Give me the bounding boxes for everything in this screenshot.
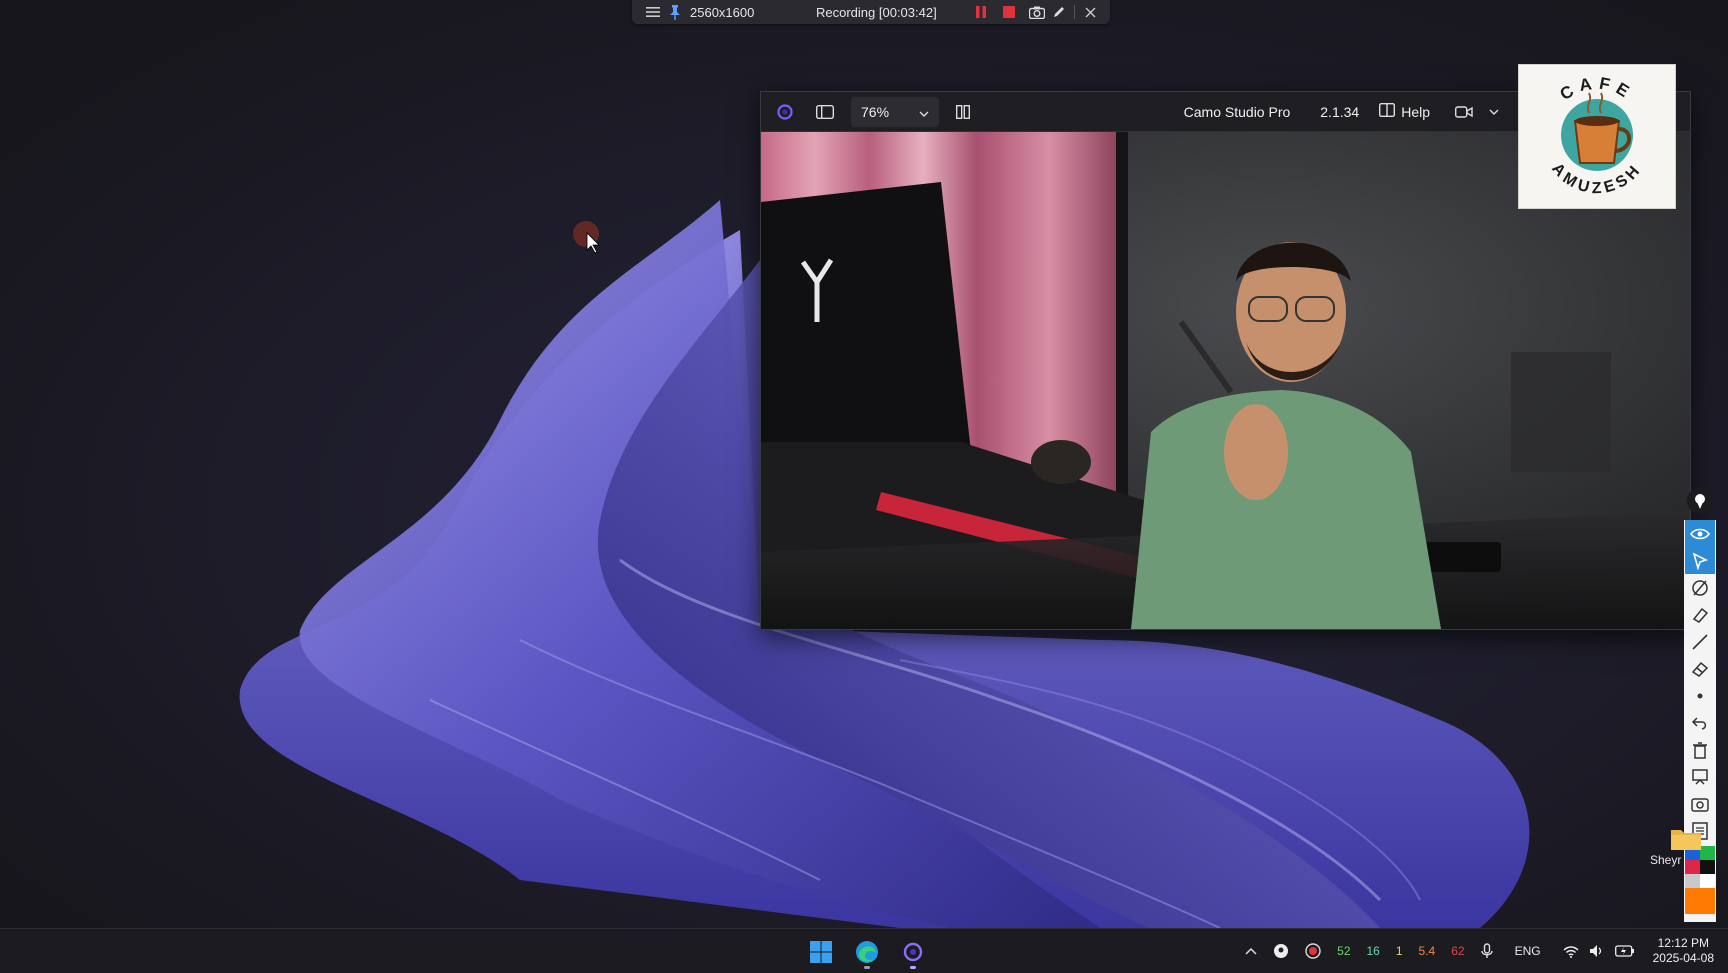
recording-resolution: 2560x1600	[690, 4, 755, 20]
highlighter-icon[interactable]	[1685, 601, 1715, 628]
camera-icon[interactable]	[1026, 1, 1048, 23]
annotation-pin-icon[interactable]	[1687, 488, 1713, 514]
sidebar-toggle-icon[interactable]	[809, 96, 841, 128]
volume-icon[interactable]	[1589, 944, 1605, 958]
screen-recorder-bar: 2560x1600 Recording [00:03:42]	[632, 0, 1110, 24]
edge-browser-icon[interactable]	[850, 935, 884, 969]
book-icon	[1379, 102, 1396, 120]
tray-stat-5: 62	[1451, 944, 1465, 958]
camo-app-icon[interactable]	[896, 935, 930, 969]
undo-icon[interactable]	[1685, 709, 1715, 736]
eraser-icon[interactable]	[1685, 655, 1715, 682]
pointer-icon[interactable]	[1685, 547, 1715, 574]
app-title: Camo Studio Pro	[1183, 103, 1291, 120]
battery-icon[interactable]	[1614, 945, 1635, 957]
color-swatch-orange[interactable]	[1685, 888, 1715, 914]
clock-date: 2025-04-08	[1652, 951, 1714, 965]
record-icon[interactable]	[1305, 943, 1321, 959]
windows-start-icon[interactable]	[804, 935, 838, 969]
camo-logo-icon[interactable]	[769, 96, 801, 128]
pause-icon[interactable]	[970, 1, 992, 23]
trash-icon[interactable]	[1685, 736, 1715, 763]
zoom-value: 76%	[861, 103, 890, 120]
screenshot-icon[interactable]	[1685, 790, 1715, 817]
video-camera-icon[interactable]	[1448, 96, 1480, 128]
tray-stat-1: 52	[1337, 944, 1351, 958]
desktop-folder[interactable]: Sheyr	[1650, 826, 1710, 886]
chevron-up-icon[interactable]	[1245, 947, 1257, 955]
dot-icon[interactable]	[1685, 682, 1715, 709]
help-button[interactable]: Help	[1379, 102, 1430, 120]
microphone-icon[interactable]	[1480, 943, 1493, 959]
whiteboard-icon[interactable]	[1685, 763, 1715, 790]
pen-icon[interactable]	[1048, 1, 1070, 23]
zoom-dropdown[interactable]: 76%	[851, 96, 939, 127]
recording-status: Recording [00:03:42]	[816, 4, 937, 20]
help-label: Help	[1401, 103, 1430, 120]
language-indicator[interactable]: ENG	[1515, 944, 1541, 958]
divider	[1074, 5, 1075, 19]
running-indicator	[864, 966, 870, 969]
location-pin-icon[interactable]	[1273, 943, 1289, 959]
eye-icon[interactable]	[1685, 520, 1715, 547]
running-indicator	[910, 966, 916, 969]
cafe-amuzesh-logo: CAFE AMUZESH	[1518, 64, 1676, 209]
menu-icon[interactable]	[642, 1, 664, 23]
close-icon[interactable]	[1079, 1, 1101, 23]
pen-tool-icon[interactable]	[1685, 574, 1715, 601]
camera-menu-chevron-icon[interactable]	[1478, 96, 1510, 128]
pin-icon[interactable]	[664, 1, 686, 23]
tray-stat-3: 1	[1395, 944, 1403, 958]
app-version: 2.1.34	[1320, 103, 1360, 120]
tray-stat-2: 16	[1366, 944, 1380, 958]
taskbar-apps	[804, 935, 930, 969]
split-view-icon[interactable]	[947, 96, 979, 128]
chevron-down-icon	[919, 104, 929, 120]
taskbar: 52 16 1 5.4 62 ENG 12:12 PM 2025-04-08	[0, 928, 1728, 973]
clock[interactable]: 12:12 PM 2025-04-08	[1653, 936, 1714, 966]
tray-stat-4: 5.4	[1418, 944, 1436, 958]
folder-label: Sheyr	[1650, 853, 1682, 867]
clock-time: 12:12 PM	[1657, 936, 1709, 950]
line-icon[interactable]	[1685, 628, 1715, 655]
system-tray: 52 16 1 5.4 62 ENG 12:12 PM 2025-04-08	[1237, 929, 1728, 973]
stop-icon[interactable]	[998, 1, 1020, 23]
wifi-icon[interactable]	[1563, 945, 1579, 958]
